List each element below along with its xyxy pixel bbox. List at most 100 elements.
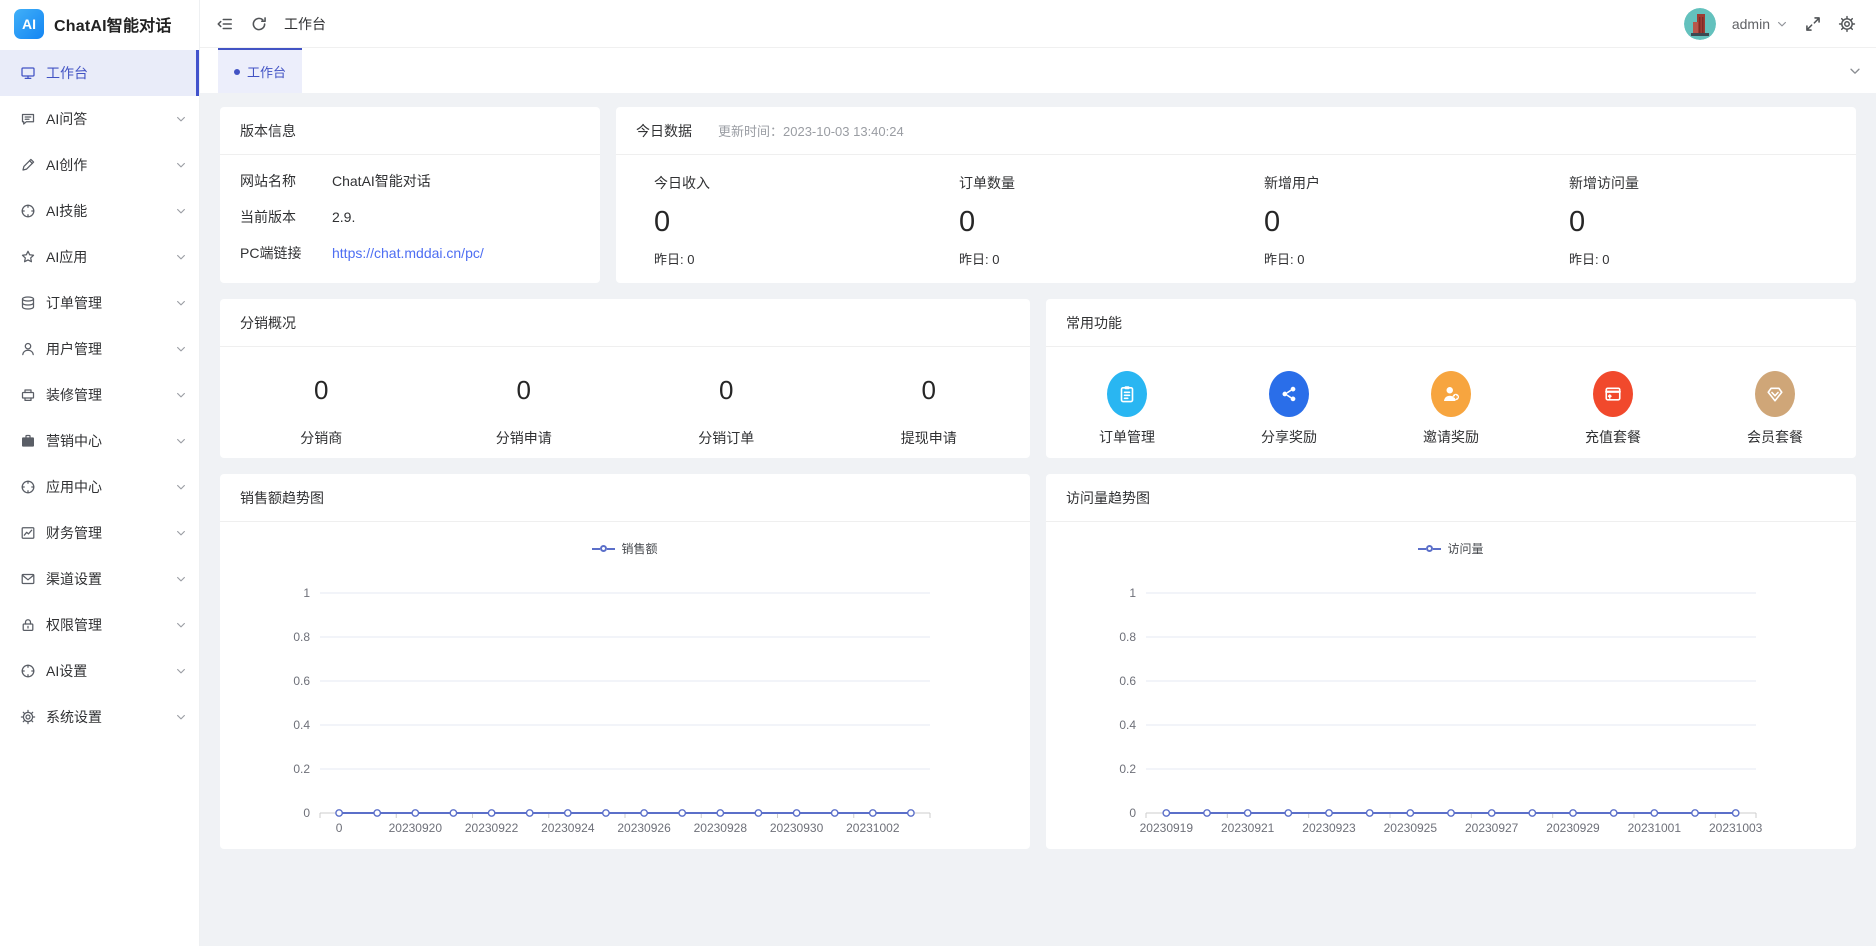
svg-text:0: 0 [336, 821, 343, 835]
today-card-title: 今日数据 [636, 122, 692, 139]
distribution-value: 0 [921, 375, 936, 405]
chevron-down-icon [175, 573, 187, 585]
stat-value: 0 [1264, 206, 1281, 238]
tabbar-chevron-down-icon[interactable] [1848, 48, 1862, 93]
refresh-icon[interactable] [250, 15, 268, 33]
distribution-value: 0 [719, 375, 734, 405]
svg-text:20231002: 20231002 [846, 821, 900, 835]
distribution-stat: 0 分销订单 [625, 375, 828, 448]
compass-icon [20, 203, 36, 219]
quick-item[interactable]: 订单管理 [1046, 371, 1208, 447]
distribution-card-title: 分销概况 [240, 314, 296, 331]
quick-item-label: 充值套餐 [1585, 429, 1641, 445]
sidebar-item-permission[interactable]: 权限管理 [0, 602, 199, 648]
chevron-down-icon [175, 297, 187, 309]
today-stat: 今日收入 0 昨日: 0 [636, 173, 941, 268]
distribution-label: 分销订单 [698, 430, 755, 446]
legend-marker-icon [1433, 547, 1442, 550]
breadcrumb[interactable]: 工作台 [284, 14, 326, 34]
sidebar-item-finance[interactable]: 财务管理 [0, 510, 199, 556]
sidebar-item-channel[interactable]: 渠道设置 [0, 556, 199, 602]
version-label: 网站名称 [240, 173, 296, 189]
sidebar-item-app-center[interactable]: 应用中心 [0, 464, 199, 510]
user-plus-icon [1431, 371, 1471, 417]
tab-bar: 工作台 [200, 48, 1876, 93]
chart-plot: 0 0.2 0.4 0.6 0.8 1 20230919 20230921 20230923 20… [1046, 563, 1856, 841]
svg-text:0.6: 0.6 [1119, 674, 1136, 688]
svg-text:0: 0 [303, 806, 310, 820]
sidebar-item-ai-app[interactable]: AI应用 [0, 234, 199, 280]
briefcase-icon [20, 433, 36, 449]
version-card-title: 版本信息 [240, 122, 296, 139]
sidebar-item-system[interactable]: 系统设置 [0, 694, 199, 740]
sidebar-item-ai-qa[interactable]: AI问答 [0, 96, 199, 142]
version-card-body: 网站名称 ChatAI智能对话当前版本 2.9. PC端链接 https://chat.… [220, 155, 600, 283]
legend-circle-icon [1426, 545, 1434, 552]
version-value: ChatAI智能对话 [332, 173, 431, 189]
version-label: PC端链接 [240, 245, 302, 261]
stat-yesterday: 昨日: 0 [1264, 251, 1305, 267]
sidebar-item-marketing[interactable]: 营销中心 [0, 418, 199, 464]
sidebar-item-label: 系统设置 [46, 709, 102, 725]
tab-label: 工作台 [247, 65, 287, 80]
stat-label: 新增用户 [1264, 175, 1320, 191]
logo-row: AI ChatAI智能对话 [0, 0, 199, 48]
distribution-label: 提现申请 [900, 430, 957, 446]
sidebar-item-label: 工作台 [46, 65, 88, 81]
svg-text:20230925: 20230925 [1384, 821, 1438, 835]
legend-marker-icon [1418, 547, 1427, 550]
printer-icon [20, 387, 36, 403]
stat-label: 今日收入 [654, 175, 710, 191]
tab-active-dot-icon [234, 68, 240, 75]
svg-text:20230922: 20230922 [465, 821, 519, 835]
quick-items-row: 订单管理 分享奖励 邀请奖励 充值套餐 会员套餐 [1046, 347, 1856, 457]
sidebar-item-decorate[interactable]: 装修管理 [0, 372, 199, 418]
chevron-down-icon [175, 435, 187, 447]
stat-value: 0 [654, 206, 671, 238]
pencil-icon [20, 157, 36, 173]
user-menu[interactable]: admin [1732, 16, 1788, 32]
svg-text:0.2: 0.2 [1119, 762, 1136, 776]
tab-workbench[interactable]: 工作台 [218, 48, 303, 93]
legend-marker-icon [607, 547, 616, 550]
sidebar-item-label: AI设置 [46, 663, 88, 679]
pc-link[interactable]: https://chat.mddai.cn/pc/ [332, 245, 484, 261]
sidebar-item-user[interactable]: 用户管理 [0, 326, 199, 372]
quick-item[interactable]: 会员套餐 [1694, 371, 1856, 447]
svg-text:20230921: 20230921 [1221, 821, 1275, 835]
svg-text:20230927: 20230927 [1465, 821, 1519, 835]
stat-label: 新增访问量 [1569, 175, 1639, 191]
quick-item[interactable]: 充值套餐 [1532, 371, 1694, 447]
quick-item-label: 订单管理 [1099, 429, 1155, 445]
chart-legend[interactable]: 访问量 [1046, 540, 1856, 557]
sidebar-item-order[interactable]: 订单管理 [0, 280, 199, 326]
avatar[interactable] [1683, 7, 1716, 40]
gem-icon [1755, 371, 1795, 417]
collapse-sidebar-icon[interactable] [216, 15, 234, 33]
svg-text:20230924: 20230924 [541, 821, 595, 835]
sidebar-item-ai-setting[interactable]: AI设置 [0, 648, 199, 694]
distribution-value: 0 [314, 375, 329, 405]
sidebar-item-ai-skill[interactable]: AI技能 [0, 188, 199, 234]
svg-text:0.6: 0.6 [293, 674, 310, 688]
quick-item[interactable]: 分享奖励 [1208, 371, 1370, 447]
svg-text:0.8: 0.8 [293, 630, 310, 644]
visits-chart: 访问量 0 0.2 0.4 0.6 0.8 1 20230919 20230921 202309… [1046, 540, 1856, 849]
version-row: 当前版本 2.9. [240, 207, 580, 227]
navbar-right: admin [1683, 7, 1856, 40]
svg-text:0.8: 0.8 [1119, 630, 1136, 644]
update-time: 更新时间：2023-10-03 13:40:24 [718, 124, 904, 139]
username: admin [1731, 15, 1770, 32]
chart-legend[interactable]: 销售额 [220, 540, 1030, 557]
svg-text:20230920: 20230920 [389, 821, 443, 835]
quick-item[interactable]: 邀请奖励 [1370, 371, 1532, 447]
compass-icon [20, 479, 36, 495]
svg-text:20230919: 20230919 [1140, 821, 1194, 835]
sidebar-item-ai-create[interactable]: AI创作 [0, 142, 199, 188]
distribution-stat: 0 提现申请 [828, 375, 1031, 448]
svg-text:20231001: 20231001 [1628, 821, 1682, 835]
distribution-label: 分销申请 [495, 430, 552, 446]
gear-icon[interactable] [1838, 15, 1856, 33]
sidebar-item-workbench[interactable]: 工作台 [0, 50, 199, 96]
fullscreen-icon[interactable] [1804, 15, 1822, 33]
